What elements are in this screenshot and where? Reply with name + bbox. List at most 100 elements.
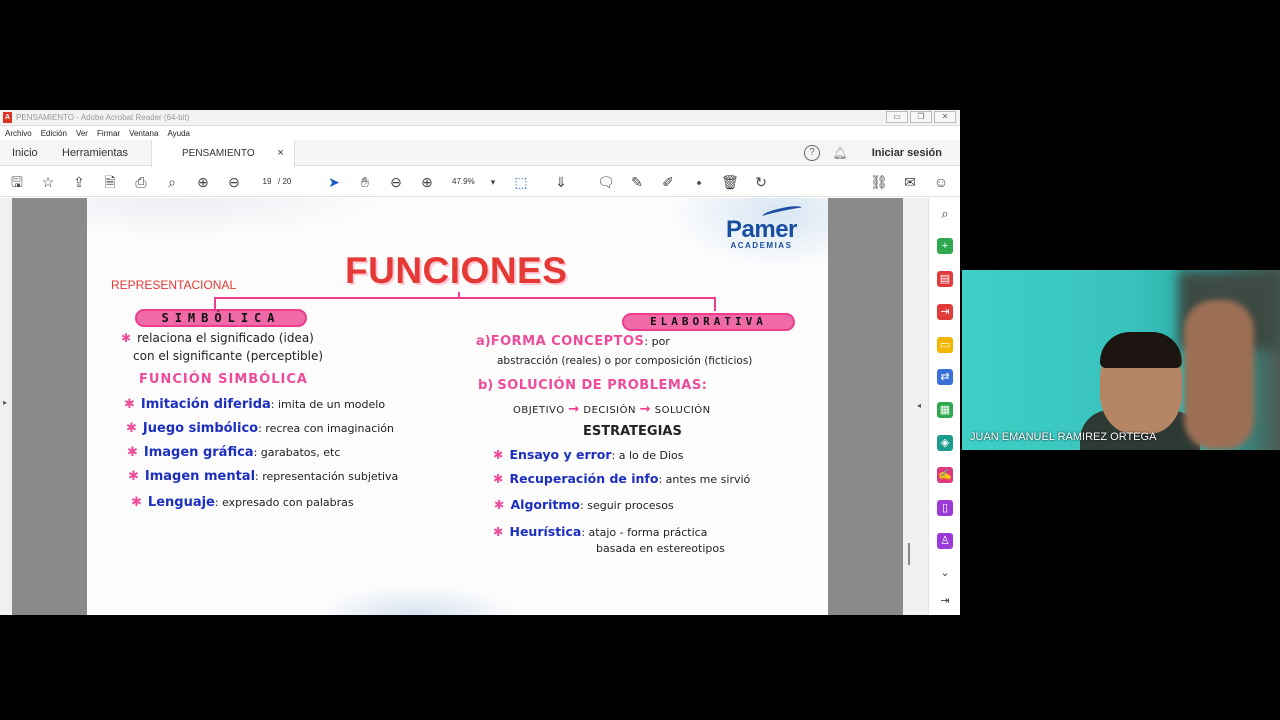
- list-item: ✱ Heurística: atajo - forma práctica: [493, 524, 708, 539]
- share-icon[interactable]: ⇄: [937, 369, 953, 385]
- page-down-icon[interactable]: ⊖: [225, 173, 243, 191]
- select-cursor-icon[interactable]: ➤: [325, 173, 343, 191]
- page-watercolor-decoration: [317, 585, 517, 615]
- link-icon[interactable]: ⛓: [870, 173, 888, 191]
- acrobat-pdf-icon: A: [3, 112, 12, 123]
- toolbar: 🖫 ☆ ⇪ 🗎 ⎙ ⌕ ⊕ ⊖ 19 / 20 ➤ ✋︎ ⊖ ⊕ 47.9% ▾…: [0, 167, 960, 197]
- page-watercolor-decoration: [87, 198, 387, 238]
- menu-ayuda[interactable]: Ayuda: [167, 129, 190, 138]
- close-tab-icon[interactable]: ×: [277, 147, 283, 159]
- collapse-panel-icon[interactable]: ◂: [917, 401, 921, 410]
- menu-edicion[interactable]: Edición: [41, 129, 67, 138]
- list-item: ✱ Juego simbólico: recrea con imaginación: [126, 421, 395, 436]
- combine-files-icon[interactable]: ▤: [937, 271, 953, 287]
- draw-icon[interactable]: ✐: [659, 173, 677, 191]
- list-item: ✱ Imagen mental: representación subjetiva: [128, 469, 399, 484]
- intro-line-2: con el significante (perceptible): [133, 349, 324, 363]
- share-file-icon[interactable]: 🗎: [101, 173, 119, 191]
- chevron-down-icon[interactable]: ▾: [484, 173, 502, 191]
- webcam-tile: JUAN EMANUEL RAMIREZ ORTEGA: [962, 270, 1280, 450]
- star-icon[interactable]: ☆: [39, 173, 57, 191]
- delete-icon[interactable]: 🗑: [721, 173, 739, 191]
- page-number-input[interactable]: 19: [258, 175, 276, 189]
- bell-icon[interactable]: 🔔︎: [831, 144, 849, 162]
- bullet-icon: ✱: [124, 397, 135, 412]
- account-icon[interactable]: ☺: [932, 173, 950, 191]
- menu-bar: Archivo Edición Ver Firmar Ventana Ayuda: [0, 126, 960, 140]
- list-item: ✱ Imagen gráfica: garabatos, etc: [127, 445, 341, 460]
- item-forma-conceptos: a)FORMA CONCEPTOS: por: [476, 334, 670, 349]
- tab-document[interactable]: PENSAMIENTO ×: [151, 140, 295, 167]
- flow-step: SOLUCIÓN: [654, 405, 711, 416]
- close-window-button[interactable]: ✕: [934, 111, 956, 123]
- scroll-mode-icon[interactable]: ⇓: [552, 173, 570, 191]
- mail-icon[interactable]: ✉: [901, 173, 919, 191]
- rotate-icon[interactable]: ↻: [752, 173, 770, 191]
- pdf-page: Pamer ACADEMIAS REPRESENTACIONAL FUNCION…: [87, 198, 828, 615]
- send-signature-icon[interactable]: ♙: [937, 533, 953, 549]
- menu-firmar[interactable]: Firmar: [97, 129, 120, 138]
- comment-tool-icon[interactable]: ▭: [937, 337, 953, 353]
- vertical-scrollbar[interactable]: ◂: [903, 198, 928, 615]
- stamp-icon[interactable]: ⬩: [690, 173, 708, 191]
- list-item: ✱ Ensayo y error: a lo de Dios: [493, 447, 684, 462]
- window-title: PENSAMIENTO - Adobe Acrobat Reader (64-b…: [16, 113, 190, 122]
- chevron-down-icon[interactable]: ⌄: [937, 565, 953, 581]
- tab-herramientas[interactable]: Herramientas: [62, 140, 128, 166]
- logo-sub: ACADEMIAS: [730, 241, 793, 250]
- connector-stem: [458, 292, 460, 298]
- collapse-tools-icon[interactable]: ⇥: [937, 593, 953, 609]
- acrobat-window: A PENSAMIENTO - Adobe Acrobat Reader (64…: [0, 110, 960, 615]
- tools-pane: ⌕ + ▤ ⇥ ▭ ⇄ ▦ ◈ ✍ ▯ ♙ ⌄ ⇥: [928, 198, 960, 615]
- hand-tool-icon[interactable]: ✋︎: [356, 173, 374, 191]
- bullet-icon: ✱: [493, 471, 504, 486]
- zoom-level-select[interactable]: 47.9%: [452, 175, 475, 189]
- label-representacional: REPRESENTACIONAL: [111, 278, 237, 292]
- subheading-funcion-simbolica: FUNCIÓN SIMBÓLICA: [139, 372, 308, 387]
- webcam-person-hair: [1100, 332, 1182, 368]
- title-bar: A PENSAMIENTO - Adobe Acrobat Reader (64…: [0, 110, 960, 126]
- right-sidebar: ◂ ⌕ + ▤ ⇥ ▭ ⇄ ▦ ◈ ✍ ▯ ♙ ⌄ ⇥: [903, 198, 960, 615]
- help-icon[interactable]: ?: [804, 145, 820, 161]
- highlight-pen-icon[interactable]: ✎: [628, 173, 646, 191]
- tab-bar: Inicio Herramientas PENSAMIENTO × ? 🔔︎ I…: [0, 140, 960, 167]
- tab-document-label: PENSAMIENTO: [182, 148, 255, 159]
- flow-step: DECISIÓN: [583, 405, 636, 416]
- comment-icon[interactable]: 🗨: [597, 173, 615, 191]
- list-item: ✱ Lenguaje: expresado con palabras: [131, 495, 354, 510]
- create-pdf-icon[interactable]: +: [937, 238, 953, 254]
- print-icon[interactable]: ⎙: [132, 173, 150, 191]
- minimize-button[interactable]: ▭: [886, 111, 908, 123]
- search-icon[interactable]: ⌕: [937, 206, 953, 222]
- tab-inicio[interactable]: Inicio: [12, 140, 38, 166]
- forma-conceptos-detail: abstracción (reales) o por composición (…: [497, 355, 753, 367]
- menu-archivo[interactable]: Archivo: [5, 129, 32, 138]
- left-panel-toggle[interactable]: ▸: [0, 198, 12, 615]
- export-pdf-icon[interactable]: ⇥: [937, 304, 953, 320]
- zoom-in-icon[interactable]: ⊕: [418, 173, 436, 191]
- page-up-icon[interactable]: ⊕: [194, 173, 212, 191]
- arrow-right-icon: →: [639, 402, 652, 417]
- protect-icon[interactable]: ▯: [937, 500, 953, 516]
- page-title: FUNCIONES: [345, 250, 568, 291]
- zoom-search-icon[interactable]: ⌕: [163, 173, 181, 191]
- fill-sign-icon[interactable]: ✍: [937, 467, 953, 483]
- page-total: / 20: [278, 177, 292, 186]
- expand-left-icon: ▸: [3, 398, 8, 407]
- upload-icon[interactable]: ⇪: [70, 173, 88, 191]
- save-icon[interactable]: 🖫: [8, 173, 26, 191]
- zoom-out-icon[interactable]: ⊖: [387, 173, 405, 191]
- heuristica-detail: basada en estereotipos: [596, 542, 725, 555]
- menu-ventana[interactable]: Ventana: [129, 129, 158, 138]
- scrollbar-thumb[interactable]: [908, 543, 910, 565]
- signin-button[interactable]: Iniciar sesión: [872, 140, 942, 166]
- fit-page-icon[interactable]: ⬚: [512, 173, 530, 191]
- document-area: ▸ Pamer ACADEMIAS REPRESENTACIONAL FUNCI…: [0, 198, 903, 615]
- bullet-icon: ✱: [121, 331, 132, 345]
- organize-pages-icon[interactable]: ▦: [937, 402, 953, 418]
- item-solucion-problemas: b) SOLUCIÓN DE PROBLEMAS:: [478, 378, 708, 393]
- restore-button[interactable]: ❐: [910, 111, 932, 123]
- participant-name: JUAN EMANUEL RAMIREZ ORTEGA: [970, 431, 1157, 443]
- scan-icon[interactable]: ◈: [937, 435, 953, 451]
- menu-ver[interactable]: Ver: [76, 129, 88, 138]
